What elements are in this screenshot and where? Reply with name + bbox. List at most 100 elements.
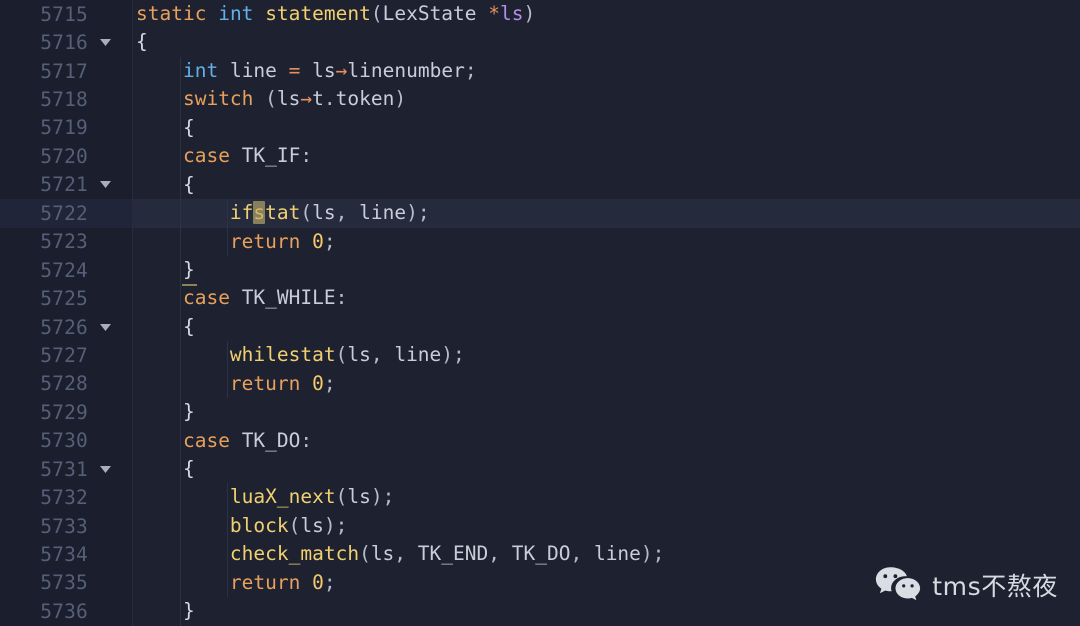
token: ) xyxy=(640,542,653,566)
token: ls xyxy=(312,58,336,82)
indent-guides xyxy=(133,28,1080,56)
code-text[interactable]: { xyxy=(133,113,1080,143)
token: ; xyxy=(464,58,477,82)
line-number: 5730 xyxy=(40,429,88,453)
line-number: 5726 xyxy=(40,315,88,339)
line-gutter: 5720 xyxy=(0,142,133,171)
line-gutter: 5735 xyxy=(0,568,133,598)
code-line[interactable]: 5729 } xyxy=(0,398,1080,427)
code-line[interactable]: 5715 static int statement(LexState *ls) xyxy=(0,0,1080,29)
code-line[interactable]: 5717 int line = ls→linenumber; xyxy=(0,56,1080,86)
indent-guides xyxy=(133,170,1080,200)
token: luaX_next xyxy=(229,485,336,509)
line-gutter: 5722 xyxy=(0,199,133,228)
token: { xyxy=(182,457,195,480)
code-text[interactable]: { xyxy=(133,455,1080,484)
token: line xyxy=(229,58,277,82)
code-text[interactable]: case TK_IF: xyxy=(133,142,1080,171)
indent-guides xyxy=(133,113,1080,143)
code-text[interactable]: luaX_next(ls); xyxy=(133,483,1080,512)
token: return xyxy=(229,371,301,395)
code-line[interactable]: 5718 switch (ls→t.token) xyxy=(0,85,1080,114)
line-gutter: 5733 xyxy=(0,511,133,541)
token: : xyxy=(300,428,313,452)
code-text[interactable]: ifstat(ls, line); xyxy=(133,199,1080,228)
token: 0 xyxy=(312,570,324,594)
code-text[interactable]: case TK_WHILE: xyxy=(133,284,1080,313)
code-line[interactable]: 5734 check_match(ls, TK_END, TK_DO, line… xyxy=(0,540,1080,569)
token: line xyxy=(593,542,641,566)
code-text[interactable]: static int statement(LexState *ls) xyxy=(133,0,1080,28)
token: block xyxy=(229,513,289,537)
code-line[interactable]: 5731 { xyxy=(0,455,1080,484)
code-tokens: static int statement(LexState *ls) xyxy=(136,0,535,28)
token: : xyxy=(335,286,348,310)
token: ) xyxy=(406,201,418,225)
code-text[interactable]: int line = ls→linenumber; xyxy=(133,56,1080,86)
code-line-list[interactable]: 5715 static int statement(LexState *ls) 57… xyxy=(0,0,1080,626)
token: : xyxy=(300,144,313,168)
token: } xyxy=(182,400,195,424)
fold-arrow-down-icon[interactable] xyxy=(88,461,122,478)
code-text[interactable]: block(ls); xyxy=(133,511,1080,541)
code-line[interactable]: 5716 { xyxy=(0,28,1080,57)
line-gutter: 5717 xyxy=(0,56,133,86)
code-editor[interactable]: 5715 static int statement(LexState *ls) 57… xyxy=(0,0,1080,626)
code-text[interactable]: whilestat(ls, line); xyxy=(133,341,1080,370)
code-text[interactable]: } xyxy=(133,398,1080,427)
code-line[interactable]: 5733 block(ls); xyxy=(0,511,1080,541)
token: ( xyxy=(335,343,348,367)
code-line[interactable]: 5724 } xyxy=(0,255,1080,285)
code-tokens: ifstat(ls, line); xyxy=(136,199,430,227)
token: → xyxy=(300,87,313,111)
code-line[interactable]: 5721 { xyxy=(0,170,1080,200)
code-line[interactable]: 5720 case TK_IF: xyxy=(0,142,1080,171)
token: LexState xyxy=(382,2,477,25)
token: return xyxy=(229,229,301,253)
token: return xyxy=(229,570,301,594)
fold-arrow-down-icon[interactable] xyxy=(88,176,122,193)
code-line[interactable]: 5723 return 0; xyxy=(0,227,1080,256)
line-gutter: 5731 xyxy=(0,455,133,484)
token: ; xyxy=(453,343,465,367)
code-text[interactable]: check_match(ls, TK_END, TK_DO, line); xyxy=(133,540,1080,569)
fold-arrow-down-icon[interactable] xyxy=(88,319,122,336)
code-line[interactable]: 5722 ifstat(ls, line); xyxy=(0,199,1080,228)
line-number: 5736 xyxy=(40,599,88,623)
code-line[interactable]: 5719 { xyxy=(0,113,1080,143)
code-text[interactable]: } xyxy=(133,255,1080,285)
code-text[interactable]: { xyxy=(133,170,1080,200)
code-tokens: { xyxy=(136,114,195,142)
code-line[interactable]: 5727 whilestat(ls, line); xyxy=(0,341,1080,370)
token: ( xyxy=(370,2,383,25)
code-text[interactable]: switch (ls→t.token) xyxy=(133,85,1080,114)
code-text[interactable]: { xyxy=(133,312,1080,342)
code-text[interactable]: case TK_DO: xyxy=(133,426,1080,455)
code-tokens: block(ls); xyxy=(136,512,347,540)
token: switch xyxy=(182,87,254,111)
fold-arrow-down-icon[interactable] xyxy=(88,34,122,51)
token: line xyxy=(359,201,407,225)
code-text[interactable]: { xyxy=(133,28,1080,56)
code-line[interactable]: 5730 case TK_DO: xyxy=(0,426,1080,455)
code-tokens: { xyxy=(136,313,195,341)
code-line[interactable]: 5725 case TK_WHILE: xyxy=(0,284,1080,313)
code-text[interactable]: return 0; xyxy=(133,227,1080,256)
code-text[interactable]: return 0; xyxy=(133,369,1080,399)
code-line[interactable]: 5732 luaX_next(ls); xyxy=(0,483,1080,512)
code-line[interactable]: 5728 return 0; xyxy=(0,369,1080,399)
line-number: 5729 xyxy=(40,400,88,424)
code-tokens: return 0; xyxy=(136,370,336,398)
code-line[interactable]: 5726 { xyxy=(0,312,1080,342)
